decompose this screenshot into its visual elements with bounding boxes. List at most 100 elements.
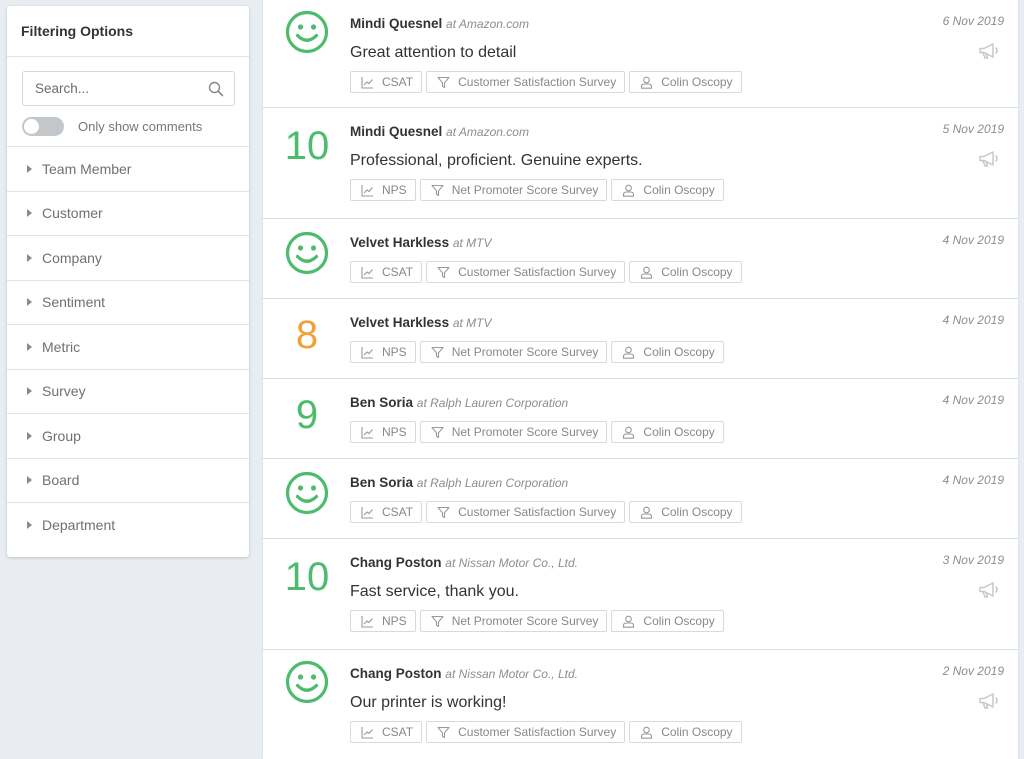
agent-tag[interactable]: Colin Oscopy	[611, 341, 724, 363]
survey-tag-label: Net Promoter Score Survey	[451, 183, 599, 197]
company-name: at Ralph Lauren Corporation	[416, 476, 569, 490]
facet-label: Survey	[42, 383, 86, 400]
filter-panel-title: Filtering Options	[7, 6, 249, 57]
user-icon	[641, 506, 653, 519]
facet-survey[interactable]: Survey	[7, 370, 249, 414]
feedback-card[interactable]: 4 Nov 2019 Ben Soria at Ralph Lauren Corp…	[263, 459, 1018, 539]
survey-tag[interactable]: Net Promoter Score Survey	[419, 179, 608, 201]
survey-tag[interactable]: Net Promoter Score Survey	[419, 341, 608, 363]
metric-tag[interactable]: NPS	[350, 179, 416, 201]
agent-tag-label: Colin Oscopy	[643, 425, 715, 439]
chart-icon	[361, 615, 373, 628]
feedback-card[interactable]: 2 Nov 2019 Chang Poston at Nissan Motor C…	[263, 650, 1018, 759]
survey-tag[interactable]: Customer Satisfaction Survey	[426, 71, 626, 93]
tag-list: NPS Net Promoter Score Survey Colin Oscopy	[350, 341, 1004, 363]
funnel-icon	[437, 726, 450, 738]
tag-list: NPS Net Promoter Score Survey Colin Oscopy	[350, 610, 1004, 632]
facet-department[interactable]: Department	[7, 503, 249, 548]
survey-tag-label: Customer Satisfaction Survey	[458, 265, 617, 279]
agent-tag[interactable]: Colin Oscopy	[629, 261, 742, 283]
caret-right-icon	[27, 521, 32, 530]
customer-name[interactable]: Chang Poston	[350, 555, 442, 570]
chart-icon	[361, 426, 373, 439]
metric-tag-label: CSAT	[382, 265, 414, 279]
facet-company[interactable]: Company	[7, 236, 249, 281]
facet-label: Team Member	[42, 160, 132, 177]
feedback-card[interactable]: 10 3 Nov 2019 Chang Poston at Nissan Motor…	[263, 539, 1018, 650]
agent-tag[interactable]: Colin Oscopy	[611, 610, 724, 632]
survey-tag-label: Customer Satisfaction Survey	[458, 505, 617, 519]
facet-board[interactable]: Board	[7, 459, 249, 503]
metric-tag[interactable]: NPS	[350, 341, 416, 363]
customer-name[interactable]: Mindi Quesnel	[350, 124, 442, 139]
metric-tag[interactable]: NPS	[350, 421, 416, 443]
search-input[interactable]	[23, 72, 234, 105]
survey-tag[interactable]: Customer Satisfaction Survey	[426, 721, 626, 743]
feedback-feed: 6 Nov 2019 Mindi Quesnel at Amazon.com Gre…	[263, 0, 1018, 759]
survey-tag-label: Net Promoter Score Survey	[451, 345, 599, 359]
facet-customer[interactable]: Customer	[7, 192, 249, 236]
facet-list: Team Member Customer Company Sentiment M…	[7, 147, 249, 548]
metric-tag[interactable]: CSAT	[350, 261, 423, 283]
customer-name[interactable]: Mindi Quesnel	[350, 16, 442, 31]
user-icon	[623, 346, 635, 359]
facet-label: Department	[42, 517, 116, 534]
metric-tag[interactable]: CSAT	[350, 501, 423, 523]
customer-name[interactable]: Chang Poston	[350, 666, 442, 681]
agent-tag[interactable]: Colin Oscopy	[611, 421, 724, 443]
score-value: 8	[295, 313, 319, 357]
comment-text: Fast service, thank you.	[350, 583, 519, 600]
metric-tag[interactable]: CSAT	[350, 721, 423, 743]
chart-icon	[361, 726, 373, 739]
facet-metric[interactable]: Metric	[7, 325, 249, 370]
facet-label: Sentiment	[42, 294, 106, 311]
comment-text: Our printer is working!	[350, 694, 507, 711]
customer-name[interactable]: Velvet Harkless	[350, 315, 449, 330]
only-comments-toggle[interactable]	[22, 116, 64, 136]
score-cell	[263, 471, 351, 520]
customer-name[interactable]: Velvet Harkless	[350, 235, 449, 250]
customer-name[interactable]: Ben Soria	[350, 475, 413, 490]
card-body: Ben Soria at Ralph Lauren Corporation CSA…	[350, 474, 1004, 523]
score-cell	[263, 660, 351, 709]
happy-smiley-icon	[285, 10, 329, 54]
customer-name[interactable]: Ben Soria	[350, 395, 413, 410]
survey-tag[interactable]: Customer Satisfaction Survey	[426, 501, 626, 523]
metric-tag[interactable]: CSAT	[350, 71, 423, 93]
only-comments-row: Only show comments	[7, 106, 249, 147]
search-icon[interactable]	[208, 81, 224, 97]
survey-tag[interactable]: Net Promoter Score Survey	[419, 610, 608, 632]
survey-tag[interactable]: Customer Satisfaction Survey	[426, 261, 626, 283]
toggle-knob	[24, 118, 39, 134]
feedback-card[interactable]: 94 Nov 2019 Ben Soria at Ralph Lauren Cor…	[263, 379, 1018, 459]
card-header: Velvet Harkless at MTV	[350, 234, 1004, 252]
tag-list: CSAT Customer Satisfaction Survey Colin Os…	[350, 71, 1004, 93]
agent-tag[interactable]: Colin Oscopy	[629, 71, 742, 93]
facet-sentiment[interactable]: Sentiment	[7, 281, 249, 325]
survey-tag[interactable]: Net Promoter Score Survey	[419, 421, 608, 443]
agent-tag[interactable]: Colin Oscopy	[629, 501, 742, 523]
user-icon	[641, 266, 653, 279]
metric-tag-label: CSAT	[382, 725, 414, 739]
facet-group[interactable]: Group	[7, 414, 249, 459]
caret-right-icon	[27, 253, 32, 262]
metric-tag-label: NPS	[382, 425, 407, 439]
score-value: 10	[284, 124, 330, 168]
metric-tag-label: CSAT	[382, 505, 414, 519]
feedback-card[interactable]: 4 Nov 2019 Velvet Harkless at MTV CSAT Cust…	[263, 219, 1018, 299]
agent-tag[interactable]: Colin Oscopy	[611, 179, 724, 201]
comment-text: Professional, proficient. Genuine expert…	[350, 152, 643, 169]
chart-icon	[361, 184, 373, 197]
search-box	[22, 71, 235, 106]
caret-right-icon	[27, 209, 32, 218]
metric-tag[interactable]: NPS	[350, 610, 416, 632]
feedback-card[interactable]: 6 Nov 2019 Mindi Quesnel at Amazon.com Gre…	[263, 0, 1018, 108]
agent-tag[interactable]: Colin Oscopy	[629, 721, 742, 743]
agent-tag-label: Colin Oscopy	[661, 505, 733, 519]
feedback-card[interactable]: 10 5 Nov 2019 Mindi Quesnel at Amazon.com P…	[263, 108, 1018, 219]
user-icon	[641, 726, 653, 739]
facet-team-member[interactable]: Team Member	[7, 147, 249, 192]
facet-label: Metric	[42, 338, 81, 355]
feedback-card[interactable]: 84 Nov 2019 Velvet Harkless at MTV NPS Net …	[263, 299, 1018, 379]
tag-list: CSAT Customer Satisfaction Survey Colin Os…	[350, 261, 1004, 283]
